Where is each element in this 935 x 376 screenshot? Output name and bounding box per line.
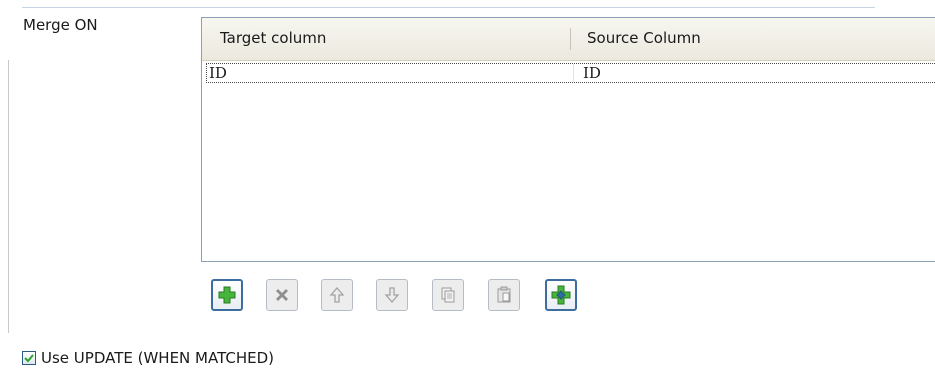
column-header-source[interactable]: Source Column: [587, 29, 701, 47]
delete-row-button[interactable]: [266, 279, 298, 311]
paste-button[interactable]: [488, 279, 520, 311]
table-cell-target[interactable]: ID: [209, 64, 227, 82]
move-up-icon: [329, 287, 345, 303]
copy-icon: [441, 287, 455, 303]
use-update-label[interactable]: Use UPDATE (WHEN MATCHED): [41, 349, 274, 367]
merge-columns-table[interactable]: Target column Source Column ID ID: [201, 17, 935, 262]
table-header: Target column Source Column: [202, 18, 935, 61]
column-header-target[interactable]: Target column: [220, 29, 326, 47]
table-cell-source[interactable]: ID: [583, 64, 601, 82]
use-update-option[interactable]: Use UPDATE (WHEN MATCHED): [22, 348, 274, 368]
add-row-button[interactable]: [211, 279, 243, 311]
add-icon: [218, 286, 236, 304]
use-update-checkbox[interactable]: [22, 351, 36, 365]
copy-button[interactable]: [432, 279, 464, 311]
section-top-border: [22, 7, 875, 8]
move-up-button[interactable]: [321, 279, 353, 311]
table-row[interactable]: ID ID: [206, 63, 935, 83]
add-all-icon: [551, 285, 571, 305]
section-left-gap: [8, 8, 9, 60]
move-down-button[interactable]: [376, 279, 408, 311]
row-divider: [573, 64, 574, 82]
header-divider[interactable]: [570, 28, 571, 50]
add-all-button[interactable]: [545, 279, 577, 311]
paste-icon: [497, 286, 511, 303]
delete-icon: [276, 289, 288, 301]
checkmark-icon: [24, 354, 34, 363]
merge-on-label: Merge ON: [23, 16, 98, 34]
move-down-icon: [384, 287, 400, 303]
